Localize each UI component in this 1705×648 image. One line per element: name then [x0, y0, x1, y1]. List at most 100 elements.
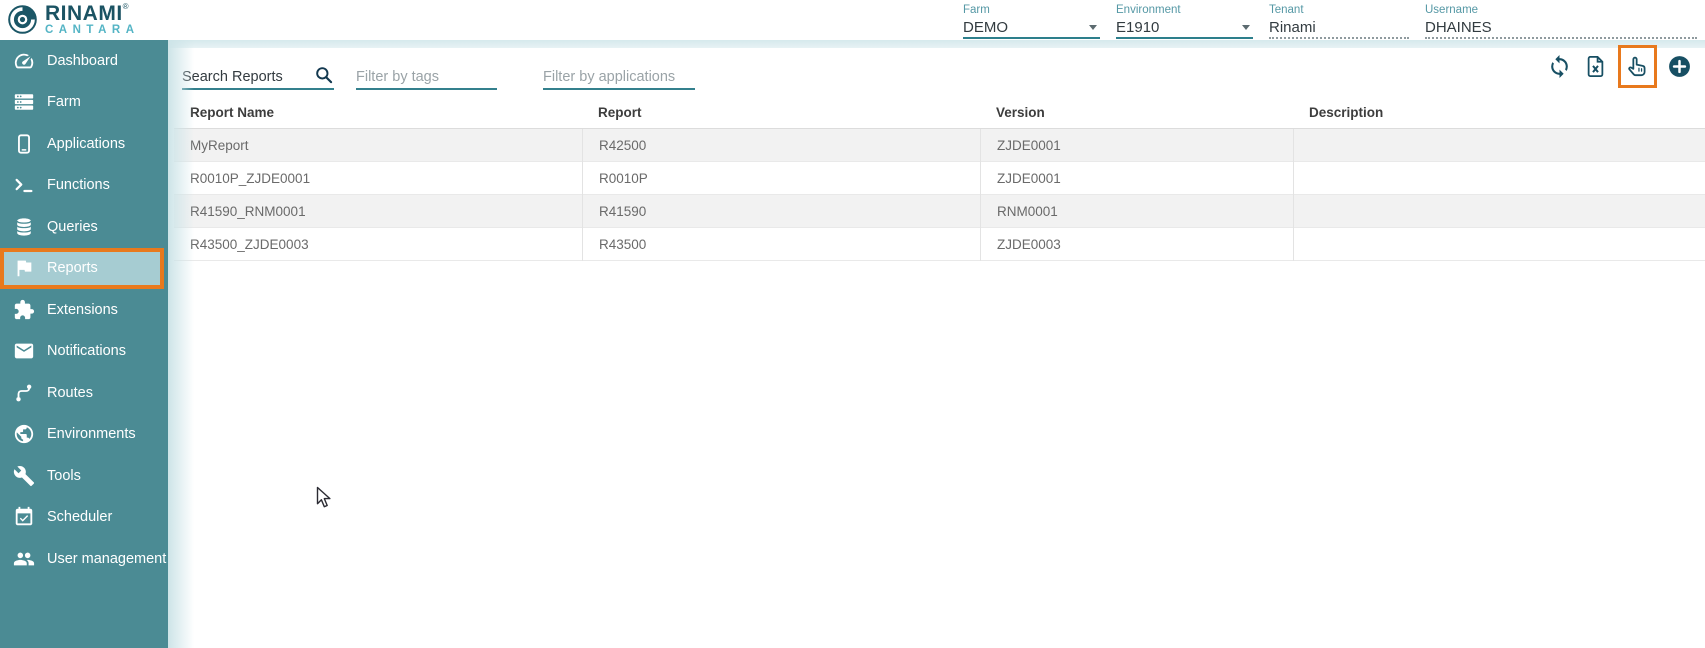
- sidebar-item-user-management[interactable]: User management: [0, 538, 168, 580]
- cell-description[interactable]: [1293, 162, 1705, 195]
- brand-tagline: CANTARA: [45, 25, 140, 37]
- username-label: Username: [1425, 4, 1697, 16]
- search-input[interactable]: [182, 69, 312, 85]
- chevron-down-icon: [1242, 25, 1250, 30]
- chevron-down-icon: [1089, 25, 1097, 30]
- brand-name: RINAMI: [45, 2, 123, 25]
- column-header-report[interactable]: Report: [582, 99, 980, 120]
- cell-version[interactable]: ZJDE0003: [980, 228, 1293, 261]
- sidebar-item-label: Dashboard: [47, 53, 118, 69]
- cell-description[interactable]: [1293, 195, 1705, 228]
- cell-report-name[interactable]: MyReport: [174, 129, 582, 162]
- column-header-version[interactable]: Version: [980, 99, 1293, 120]
- search-reports-input[interactable]: [182, 58, 334, 90]
- cell-version[interactable]: ZJDE0001: [980, 129, 1293, 162]
- rinami-logo-icon: [6, 3, 39, 36]
- sidebar-item-label: Routes: [47, 385, 93, 401]
- tags-input[interactable]: [356, 69, 497, 85]
- column-header-description[interactable]: Description: [1293, 99, 1705, 120]
- top-header: RINAMI® CANTARA Farm DEMO Environment E1…: [0, 0, 1705, 40]
- table-row[interactable]: R0010P_ZJDE0001 R0010P ZJDE0001: [174, 162, 1705, 195]
- cell-description[interactable]: [1293, 129, 1705, 162]
- filter-tags-input[interactable]: [356, 58, 497, 90]
- cell-report[interactable]: R42500: [582, 129, 980, 162]
- excel-file-icon: [1583, 54, 1608, 79]
- farm-select[interactable]: Farm DEMO: [963, 3, 1100, 39]
- sidebar-item-environments[interactable]: Environments: [0, 414, 168, 456]
- pointer-tool-button[interactable]: [1618, 45, 1657, 88]
- tenant-field[interactable]: Tenant Rinami: [1269, 3, 1409, 39]
- registered-mark: ®: [123, 2, 129, 11]
- dashboard-icon: [13, 50, 35, 72]
- cell-report-name[interactable]: R41590_RNM0001: [174, 195, 582, 228]
- mobile-icon: [13, 133, 35, 155]
- farm-value: DEMO: [963, 19, 1008, 36]
- cell-version[interactable]: ZJDE0001: [980, 162, 1293, 195]
- sidebar-item-farm[interactable]: Farm: [0, 82, 168, 124]
- sidebar-item-label: Extensions: [47, 302, 118, 318]
- sidebar-item-label: Notifications: [47, 343, 126, 359]
- search-icon[interactable]: [314, 65, 334, 85]
- sidebar-item-notifications[interactable]: Notifications: [0, 331, 168, 373]
- hand-pointer-icon: [1625, 53, 1650, 78]
- sidebar-nav: Dashboard Farm Applications Functions Qu…: [0, 40, 168, 648]
- brand-logo[interactable]: RINAMI® CANTARA: [6, 3, 140, 37]
- toolbar-actions: [1546, 45, 1693, 90]
- sidebar-item-label: Environments: [47, 426, 136, 442]
- route-icon: [13, 382, 35, 404]
- wrench-icon: [13, 465, 35, 487]
- users-icon: [13, 548, 35, 570]
- cell-description[interactable]: [1293, 228, 1705, 261]
- globe-icon: [13, 423, 35, 445]
- username-field[interactable]: Username DHAINES: [1425, 3, 1697, 39]
- sidebar-item-label: Scheduler: [47, 509, 112, 525]
- envelope-icon: [13, 340, 35, 362]
- refresh-icon: [1547, 54, 1572, 79]
- cell-report[interactable]: R41590: [582, 195, 980, 228]
- add-report-button[interactable]: [1666, 53, 1693, 80]
- table-row[interactable]: MyReport R42500 ZJDE0001: [174, 129, 1705, 162]
- sidebar-item-functions[interactable]: Functions: [0, 165, 168, 207]
- refresh-button[interactable]: [1546, 53, 1573, 80]
- sidebar-item-label: Functions: [47, 177, 110, 193]
- table-body: MyReport R42500 ZJDE0001 R0010P_ZJDE0001…: [174, 129, 1705, 261]
- puzzle-icon: [13, 299, 35, 321]
- export-excel-button[interactable]: [1582, 53, 1609, 80]
- column-header-report-name[interactable]: Report Name: [174, 99, 582, 120]
- sidebar-item-extensions[interactable]: Extensions: [0, 289, 168, 331]
- sidebar-item-label: User management: [47, 551, 166, 567]
- sidebar-item-applications[interactable]: Applications: [0, 123, 168, 165]
- cell-report-name[interactable]: R0010P_ZJDE0001: [174, 162, 582, 195]
- content-top-band: [168, 40, 1705, 48]
- cell-report-name[interactable]: R43500_ZJDE0003: [174, 228, 582, 261]
- sidebar-item-reports[interactable]: Reports: [0, 248, 164, 290]
- tenant-value: Rinami: [1269, 19, 1316, 36]
- cell-report[interactable]: R0010P: [582, 162, 980, 195]
- sidebar-item-label: Applications: [47, 136, 125, 152]
- sidebar-item-queries[interactable]: Queries: [0, 206, 168, 248]
- environment-label: Environment: [1116, 4, 1253, 16]
- server-icon: [13, 91, 35, 113]
- table-row[interactable]: R43500_ZJDE0003 R43500 ZJDE0003: [174, 228, 1705, 261]
- sidebar-item-routes[interactable]: Routes: [0, 372, 168, 414]
- table-header-row: Report Name Report Version Description: [174, 90, 1705, 129]
- sidebar-item-label: Tools: [47, 468, 81, 484]
- cell-version[interactable]: RNM0001: [980, 195, 1293, 228]
- main-content: Report Name Report Version Description M…: [168, 40, 1705, 648]
- applications-input[interactable]: [543, 69, 695, 85]
- filter-toolbar: [168, 48, 1705, 90]
- add-circle-icon: [1667, 54, 1692, 79]
- table-row[interactable]: R41590_RNM0001 R41590 RNM0001: [174, 195, 1705, 228]
- environment-value: E1910: [1116, 19, 1159, 36]
- cell-report[interactable]: R43500: [582, 228, 980, 261]
- sidebar-item-scheduler[interactable]: Scheduler: [0, 497, 168, 539]
- flag-icon: [13, 257, 35, 279]
- sidebar-item-label: Farm: [47, 94, 81, 110]
- sidebar-item-dashboard[interactable]: Dashboard: [0, 40, 168, 82]
- filter-applications-input[interactable]: [543, 58, 695, 90]
- reports-table: Report Name Report Version Description M…: [174, 90, 1705, 261]
- environment-select[interactable]: Environment E1910: [1116, 3, 1253, 39]
- sidebar-item-tools[interactable]: Tools: [0, 455, 168, 497]
- tenant-label: Tenant: [1269, 4, 1409, 16]
- username-value: DHAINES: [1425, 19, 1492, 36]
